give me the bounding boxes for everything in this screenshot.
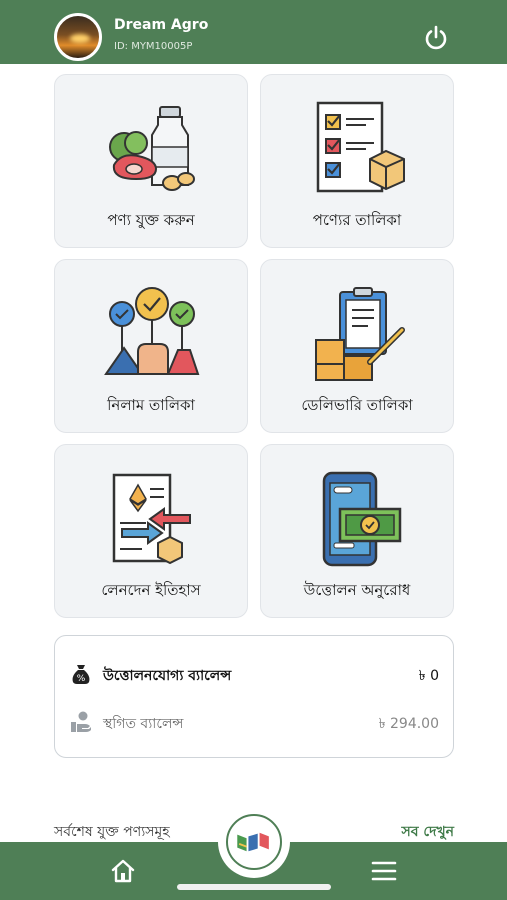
svg-text:%: % [77,674,86,684]
checklist-box-icon [316,101,405,193]
tile-label: উত্তোলন অনুরোধ [303,581,411,599]
tile-product-list[interactable]: পণ্যের তালিকা [260,74,454,248]
app-logo-icon [237,832,269,852]
balance-card: % উত্তোলনযোগ্য ব্যালেন্স ৳ 0 স্থগিত ব্যা… [54,635,454,758]
withdrawable-balance-row: % উত্তোলনযোগ্য ব্যালেন্স ৳ 0 [69,658,439,688]
tile-label: লেনদেন ইতিহাস [101,581,201,599]
pending-label: স্থগিত ব্যালেন্স [103,716,184,732]
hand-coin-icon [71,711,91,732]
tile-add-product[interactable]: পণ্য যুক্ত করুন [54,74,248,248]
auction-vote-icon [104,287,200,375]
tile-transaction-history[interactable]: লেনদেন ইতিহাস [54,444,248,618]
home-indicator[interactable] [177,884,331,890]
top-header: Dream Agro ID: MYM10005P [0,0,507,64]
tile-withdraw-request[interactable]: উত্তোলন অনুরোধ [260,444,454,618]
money-bag-icon: % [72,665,90,684]
recent-products-title: সর্বশেষ যুক্ত পণ্যসমূহ [54,824,170,840]
pending-value: ৳ 294.00 [378,716,439,732]
tile-label: পণ্য যুক্ত করুন [107,211,195,229]
power-icon[interactable] [422,24,450,52]
tile-label: ডেলিভারি তালিকা [301,396,413,414]
tile-auction-list[interactable]: নিলাম তালিকা [54,259,248,433]
app-logo-button[interactable] [226,814,282,870]
see-all-link[interactable]: সব দেখুন [402,820,455,844]
hamburger-menu-icon[interactable] [370,858,398,884]
user-name: Dream Agro [114,17,209,33]
tile-label: নিলাম তালিকা [107,396,195,414]
delivery-clipboard-icon [315,287,405,381]
withdrawable-value: ৳ 0 [418,668,439,684]
mobile-cash-icon [322,471,402,567]
tile-delivery-list[interactable]: ডেলিভারি তালিকা [260,259,454,433]
tile-label: পণ্যের তালিকা [312,211,402,229]
withdrawable-label: উত্তোলনযোগ্য ব্যালেন্স [103,668,232,684]
groceries-icon [109,106,195,191]
transaction-history-icon [112,473,191,565]
avatar[interactable] [54,13,102,61]
home-icon[interactable] [110,858,136,884]
user-id: ID: MYM10005P [114,41,193,52]
pending-balance-row: স্থগিত ব্যালেন্স ৳ 294.00 [69,706,439,736]
